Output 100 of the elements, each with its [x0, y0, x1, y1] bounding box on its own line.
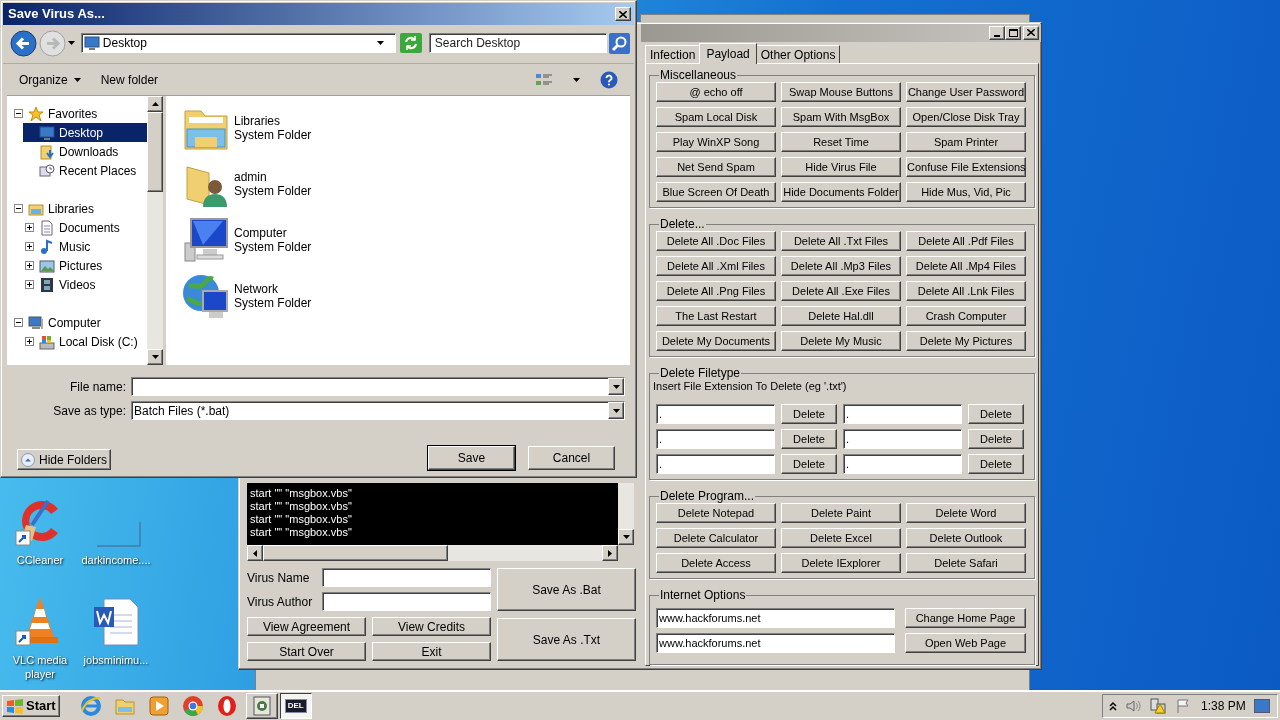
action-button[interactable]: Start Over — [247, 642, 366, 661]
close-button[interactable] — [615, 7, 631, 21]
back-button[interactable] — [10, 29, 37, 57]
payload-button[interactable]: Reset Time — [781, 132, 901, 152]
chrome-icon[interactable] — [181, 694, 204, 717]
payload-button[interactable]: Delete All .Exe Files — [781, 281, 901, 301]
show-desktop-icon[interactable] — [1253, 698, 1270, 713]
file-type-dropdown[interactable]: Batch Files (*.bat) — [131, 401, 625, 420]
payload-button[interactable]: Swap Mouse Buttons — [781, 82, 901, 102]
delete-button[interactable]: Delete — [968, 429, 1024, 449]
search-field[interactable]: Search Desktop — [428, 33, 607, 53]
chevron-up-icon[interactable] — [1109, 700, 1117, 711]
nav-item[interactable]: Desktop — [23, 123, 147, 142]
nav-item[interactable]: Videos — [23, 275, 147, 294]
payload-button[interactable]: Spam With MsgBox — [781, 107, 901, 127]
nav-item[interactable]: Recent Places — [23, 161, 147, 180]
network-warning-icon[interactable] — [1149, 697, 1167, 714]
maximize-button[interactable] — [1005, 25, 1021, 40]
payload-button[interactable]: Delete All .Xml Files — [656, 256, 776, 276]
payload-button[interactable]: Spam Printer — [906, 132, 1026, 152]
collapse-toggle[interactable] — [14, 318, 23, 327]
payload-button[interactable]: Delete Calculator — [656, 528, 776, 548]
payload-button[interactable]: @ echo off — [656, 82, 776, 102]
flag-icon[interactable] — [1175, 697, 1191, 714]
payload-button[interactable]: Delete All .Mp3 Files — [781, 256, 901, 276]
expand-toggle[interactable] — [25, 242, 34, 251]
nav-item[interactable]: Music — [23, 237, 147, 256]
collapse-toggle[interactable] — [14, 109, 23, 118]
extension-field[interactable]: . — [843, 404, 962, 424]
url-button[interactable]: Change Home Page — [905, 608, 1026, 628]
nav-item[interactable]: Libraries — [12, 199, 147, 218]
extension-field[interactable]: . — [656, 454, 775, 474]
nav-item[interactable]: Local Disk (C:) — [23, 332, 147, 351]
action-button[interactable]: View Agreement — [247, 617, 366, 636]
address-bar[interactable]: Desktop — [80, 33, 396, 53]
opera-o-icon[interactable] — [215, 694, 238, 717]
payload-button[interactable]: Hide Mus, Vid, Pic — [906, 182, 1026, 202]
file-item[interactable]: Libraries System Folder — [181, 103, 630, 153]
payload-button[interactable]: Confuse File Extensions — [906, 157, 1026, 177]
taskbar-window-button[interactable]: DEL — [279, 692, 312, 719]
new-folder-button[interactable]: New folder — [100, 70, 159, 89]
payload-button[interactable]: Hide Virus File — [781, 157, 901, 177]
payload-button[interactable]: Change User Password — [906, 82, 1026, 102]
start-button[interactable]: Start — [2, 694, 60, 717]
action-button[interactable]: Exit — [372, 642, 491, 661]
payload-button[interactable]: Delete Hal.dll — [781, 306, 901, 326]
tab[interactable]: Infection — [645, 45, 701, 63]
save-as-button[interactable]: Save As .Txt — [497, 618, 636, 661]
extension-field[interactable]: . — [656, 429, 775, 449]
payload-button[interactable]: Crash Computer — [906, 306, 1026, 326]
hide-folders-button[interactable]: Hide Folders — [17, 449, 112, 470]
payload-button[interactable]: Blue Screen Of Death — [656, 182, 776, 202]
app-window-icon[interactable] — [250, 694, 273, 717]
payload-button[interactable]: Play WinXP Song — [656, 132, 776, 152]
payload-button[interactable]: Delete Excel — [781, 528, 901, 548]
payload-button[interactable]: Delete All .Doc Files — [656, 231, 776, 251]
delete-button[interactable]: Delete — [968, 454, 1024, 474]
expand-toggle[interactable] — [25, 337, 34, 346]
payload-button[interactable]: Delete All .Mp4 Files — [906, 256, 1026, 276]
file-item[interactable]: Network System Folder — [181, 271, 630, 321]
refresh-button[interactable] — [399, 33, 422, 53]
delete-button[interactable]: Delete — [781, 404, 837, 424]
url-button[interactable]: Open Web Page — [905, 633, 1026, 653]
close-button[interactable] — [1023, 25, 1039, 40]
file-item[interactable]: Computer System Folder — [181, 215, 630, 265]
nav-item[interactable]: Favorites — [12, 104, 147, 123]
payload-button[interactable]: Delete My Music — [781, 331, 901, 351]
payload-button[interactable]: Delete Outlook — [906, 528, 1026, 548]
action-button[interactable]: View Credits — [372, 617, 491, 636]
minimize-button[interactable] — [989, 25, 1005, 40]
expand-toggle[interactable] — [25, 223, 34, 232]
tab[interactable]: Other Options — [755, 45, 841, 63]
payload-button[interactable]: Delete All .Lnk Files — [906, 281, 1026, 301]
payload-button[interactable]: Net Send Spam — [656, 157, 776, 177]
tab[interactable]: Payload — [699, 43, 757, 64]
extension-field[interactable]: . — [656, 404, 775, 424]
collapse-toggle[interactable] — [14, 204, 23, 213]
nav-item[interactable]: Pictures — [23, 256, 147, 275]
payload-button[interactable]: The Last Restart — [656, 306, 776, 326]
file-item[interactable]: admin System Folder — [181, 159, 630, 209]
vertical-scrollbar[interactable] — [147, 96, 163, 365]
nav-item[interactable]: Computer — [12, 313, 147, 332]
extension-field[interactable]: . — [843, 454, 962, 474]
payload-button[interactable]: Delete All .Txt Files — [781, 231, 901, 251]
url-field[interactable]: www.hackforums.net — [656, 608, 895, 628]
media-player-icon[interactable] — [147, 694, 170, 717]
payload-button[interactable]: Delete IExplorer — [781, 553, 901, 573]
nav-item[interactable]: Documents — [23, 218, 147, 237]
save-button[interactable]: Save — [428, 446, 515, 470]
search-button[interactable] — [609, 32, 630, 54]
payload-button[interactable]: Delete Paint — [781, 503, 901, 523]
payload-button[interactable]: Open/Close Disk Tray — [906, 107, 1026, 127]
payload-button[interactable]: Delete All .Png Files — [656, 281, 776, 301]
url-field[interactable]: www.hackforums.net — [656, 633, 895, 653]
vertical-scrollbar[interactable] — [618, 483, 634, 545]
horizontal-scrollbar[interactable] — [247, 545, 618, 561]
delete-button[interactable]: Delete — [968, 404, 1024, 424]
payload-button[interactable]: Delete My Documents — [656, 331, 776, 351]
organize-button[interactable]: Organize — [19, 70, 81, 89]
extension-field[interactable]: . — [843, 429, 962, 449]
